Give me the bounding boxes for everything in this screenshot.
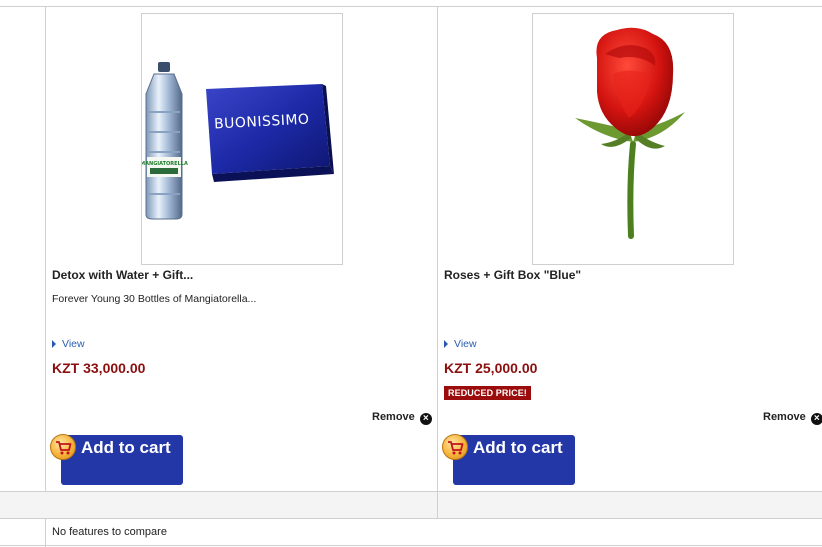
add-to-cart-label: Add to cart <box>81 438 171 457</box>
section-divider-top <box>0 491 822 492</box>
product-price: KZT 25,000.00 <box>444 360 538 376</box>
view-label: View <box>454 338 477 350</box>
view-label: View <box>62 338 85 350</box>
view-link[interactable]: View <box>52 338 85 350</box>
add-to-cart-button[interactable]: Add to cart <box>61 435 183 485</box>
section-divider-bottom <box>0 518 822 519</box>
no-features-text: No features to compare <box>52 526 167 538</box>
add-to-cart-button[interactable]: Add to cart <box>453 435 575 485</box>
shopping-cart-icon <box>50 434 76 460</box>
reduced-price-badge: REDUCED PRICE! <box>444 386 531 400</box>
add-to-cart-label: Add to cart <box>473 438 563 457</box>
caret-right-icon <box>52 340 56 348</box>
table-bottom-border <box>0 545 822 546</box>
water-bottle-and-gift-box-icon: MANGIATORELLA BUONISSIMO <box>142 62 334 220</box>
product-title[interactable]: Detox with Water + Gift... <box>52 268 193 282</box>
remove-button[interactable]: Remove × <box>763 411 822 425</box>
product-image-2[interactable] <box>532 13 734 265</box>
product-image-1[interactable]: MANGIATORELLA BUONISSIMO <box>141 13 343 265</box>
close-circle-icon: × <box>419 413 432 425</box>
product-description: Forever Young 30 Bottles of Mangiatorell… <box>52 293 257 305</box>
close-circle-icon: × <box>810 413 822 425</box>
remove-label: Remove <box>372 411 415 423</box>
column-divider-middle-lower <box>437 491 438 518</box>
remove-label: Remove <box>763 411 806 423</box>
remove-button[interactable]: Remove × <box>372 411 432 425</box>
caret-right-icon <box>444 340 448 348</box>
product-title[interactable]: Roses + Gift Box "Blue" <box>444 268 581 282</box>
table-top-border <box>0 6 822 7</box>
compare-section-header <box>0 491 822 518</box>
shopping-cart-icon <box>442 434 468 460</box>
red-rose-icon <box>575 27 685 239</box>
bottle-label: MANGIATORELLA <box>142 161 188 167</box>
column-divider-left <box>45 6 46 547</box>
view-link[interactable]: View <box>444 338 477 350</box>
product-price: KZT 33,000.00 <box>52 360 146 376</box>
column-divider-middle <box>437 6 438 518</box>
